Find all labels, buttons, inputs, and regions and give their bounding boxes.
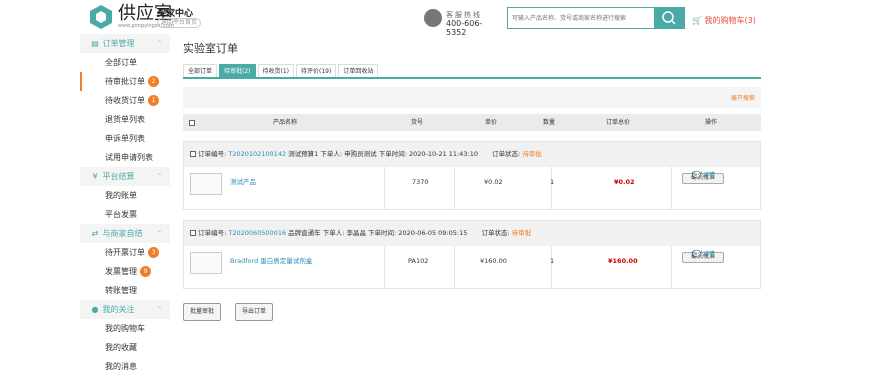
order-checkbox[interactable] [190,151,196,157]
tab-recycle-bin[interactable]: 订单回收站 [338,64,379,77]
product-sku: PA102 [408,257,429,265]
cart-label: 我的购物车(3) [704,16,756,25]
table-header: 产品名称 货号 单价 数量 订单总价 操作 [183,114,761,131]
col-sku: 货号 [411,119,424,126]
sidebar-item-to-invoice[interactable]: 待开票订单 3 [80,243,170,262]
sidebar-item-favorites[interactable]: 我的收藏 [80,338,170,357]
unit-price: ¥160.00 [480,257,507,265]
search-icon [662,11,676,25]
col-qty: 数量 [543,119,556,126]
sidebar-item-messages[interactable]: 我的消息 [80,357,170,376]
order-block: 订单编号: T2020060500016 品牌直通车 下单人: 李晶晶 下单时间… [183,220,761,289]
sidebar-group-settlement[interactable]: ¥ 平台结算 ⌃ [80,167,170,186]
product-name-link[interactable]: Bradford 蛋白质定量试剂盒 [230,253,312,270]
order-status: 待审批 [511,229,532,237]
product-thumbnail[interactable] [190,173,222,195]
sidebar-item-appeals[interactable]: 申诉单列表 [80,129,170,148]
order-total: ¥0.02 [614,178,635,186]
order-header: 订单编号: T2020060500016 品牌直通车 下单人: 李晶晶 下单时间… [184,221,760,246]
cart-icon: 🛒 [692,16,702,25]
count-badge: 2 [148,76,159,87]
sidebar-group-orders[interactable]: ▤ 订单管理 ⌃ [80,34,170,53]
quantity: 1 [550,178,555,186]
table-row: Bradford 蛋白质定量试剂盒 PA102 ¥160.00 1 ¥160.0… [184,246,760,288]
chevron-up-icon: ⌃ [156,306,162,313]
settle-icon: ⇄ [91,229,99,238]
header: 供应室 www.gongyingshi.com 买家中心 返回平台首页 客服热线… [0,0,883,37]
order-status: 待审批 [522,150,542,158]
sidebar-item-bills[interactable]: 我的账单 [80,186,170,205]
sidebar-item-pending-approval[interactable]: 待审批订单 2 [80,72,170,91]
page-title: 实验室订单 [183,42,238,55]
col-price: 单价 [485,119,498,126]
edit-icon[interactable]: ✎ [692,167,698,184]
sidebar-item-platform-invoice[interactable]: 平台发票 [80,205,170,224]
main-content: 实验室订单 全部订单 待审批(2) 待收货(1) 待评价(19) 订单回收站 展… [183,34,761,323]
tab-all[interactable]: 全部订单 [183,64,218,77]
hotline: 客服热线 400-606-5352 [424,9,500,37]
sidebar: ▤ 订单管理 ⌃ 全部订单 待审批订单 2 待收货订单 1 退货单列表 申诉单列表 试… [80,34,170,376]
chevron-up-icon: ⌃ [156,173,162,180]
chevron-up-icon: ⌃ [156,230,162,237]
export-orders-button[interactable]: 导出订单 [235,303,274,321]
order-number-link[interactable]: T2020102100142 [228,150,286,158]
order-total: ¥160.00 [608,257,638,265]
sidebar-group-self-settle[interactable]: ⇄ 与商家自结 ⌃ [80,224,170,243]
order-info: 测试预算1 下单人: 申购员测试 下单时间: 2020-10-21 11:43:… [288,150,478,158]
col-total: 订单总价 [606,119,631,126]
logo-icon [90,5,112,29]
order-tabs: 全部订单 待审批(2) 待收货(1) 待评价(19) 订单回收站 [183,64,761,79]
unit-price: ¥0.02 [484,178,503,186]
batch-approve-button[interactable]: 批量审批 [183,303,222,321]
col-action: 操作 [705,119,718,126]
select-all-checkbox[interactable] [189,114,195,131]
sidebar-item-invoice-mgmt[interactable]: 发票管理 9 [80,262,170,281]
order-block: 订单编号: T2020102100142 测试预算1 下单人: 申购员测试 下单… [183,141,761,210]
product-sku: 7370 [412,178,429,186]
sidebar-item-trials[interactable]: 试用申请列表 [80,148,170,167]
phone-icon [424,9,442,27]
col-product: 产品名称 [273,119,298,126]
order-checkbox[interactable] [190,230,196,236]
expand-search-link[interactable]: 展开搜索 [731,93,755,102]
search-filter-bar: 展开搜索 [183,87,761,108]
order-number-link[interactable]: T2020060500016 [228,229,286,237]
order-info: 品牌直通车 下单人: 李晶晶 下单时间: 2020-06-05 09:05:15 [288,229,468,237]
count-badge: 1 [148,95,159,106]
search-button[interactable] [654,8,684,28]
chevron-up-icon: ⌃ [156,40,162,47]
sidebar-item-returns[interactable]: 退货单列表 [80,110,170,129]
edit-icon[interactable]: ✎ [692,246,698,263]
sidebar-item-all-orders[interactable]: 全部订单 [80,53,170,72]
yen-icon: ¥ [92,172,98,181]
quantity: 1 [550,257,555,265]
tab-pending-review[interactable]: 待评价(19) [296,64,337,77]
search-box [507,7,685,29]
sidebar-item-transfer[interactable]: 转账管理 [80,281,170,300]
count-badge: 9 [140,266,151,277]
tab-pending-approval[interactable]: 待审批(2) [219,64,256,77]
user-icon: ● [91,305,99,314]
tab-pending-receipt[interactable]: 待收货(1) [257,64,295,77]
sidebar-group-follow[interactable]: ● 我的关注 ⌃ [80,300,170,319]
table-row: 测试产品 7370 ¥0.02 1 ¥0.02 确认/批准 订单详情 💬 ✎ [184,167,760,209]
order-icon: ▤ [91,39,99,48]
sidebar-item-my-cart[interactable]: 我的购物车 [80,319,170,338]
cart-link[interactable]: 🛒 我的购物车(3) [692,15,756,26]
search-input[interactable] [508,8,654,28]
back-home-link[interactable]: 返回平台首页 [157,18,202,28]
product-name-link[interactable]: 测试产品 [230,174,256,191]
count-badge: 3 [148,247,159,258]
sidebar-item-pending-receipt[interactable]: 待收货订单 1 [80,91,170,110]
order-header: 订单编号: T2020102100142 测试预算1 下单人: 申购员测试 下单… [184,142,760,167]
bottom-actions: 批量审批 导出订单 [183,303,761,323]
product-thumbnail[interactable] [190,252,222,274]
